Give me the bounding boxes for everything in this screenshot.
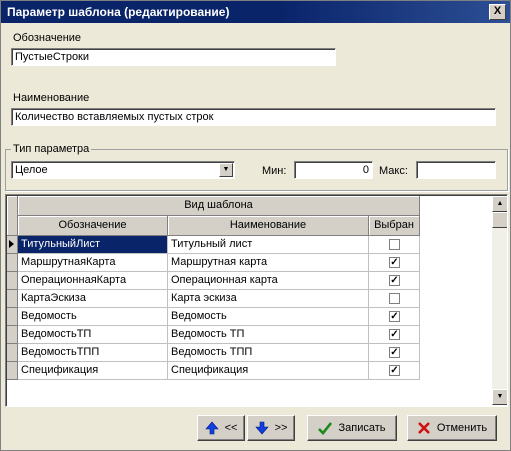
- table-cell-code[interactable]: ОперационнаяКарта: [18, 272, 168, 290]
- table-cell-selected: ✓: [369, 362, 420, 380]
- grid-group-header: Вид шаблона: [18, 196, 420, 216]
- selected-checkbox[interactable]: ✓: [389, 347, 400, 358]
- move-up-button[interactable]: <<: [197, 415, 245, 441]
- table-cell-name[interactable]: Спецификация: [168, 362, 369, 380]
- param-type-value: Целое: [15, 164, 48, 176]
- cancel-button[interactable]: Отменить: [407, 415, 497, 441]
- table-cell-code[interactable]: ТитульныйЛист: [18, 236, 168, 254]
- table-cell-code[interactable]: Спецификация: [18, 362, 168, 380]
- param-type-label: Тип параметра: [11, 143, 92, 155]
- designation-label: Обозначение: [13, 32, 82, 44]
- scroll-up-icon[interactable]: ▲: [492, 196, 507, 212]
- row-indicator[interactable]: [7, 326, 18, 344]
- table-cell-name[interactable]: Операционная карта: [168, 272, 369, 290]
- table-cell-name[interactable]: Ведомость: [168, 308, 369, 326]
- column-header-selected[interactable]: Выбран: [369, 216, 420, 236]
- dialog-window: Параметр шаблона (редактирование) X Обоз…: [0, 0, 511, 451]
- selected-checkbox[interactable]: ✓: [389, 275, 400, 286]
- table-cell-code[interactable]: ВедомостьТП: [18, 326, 168, 344]
- min-label: Мин:: [262, 165, 287, 177]
- table-cell-selected: ✓: [369, 272, 420, 290]
- table-cell-code[interactable]: Ведомость: [18, 308, 168, 326]
- selected-checkbox[interactable]: ✓: [389, 329, 400, 340]
- selected-checkbox[interactable]: [389, 239, 400, 250]
- row-indicator[interactable]: [7, 308, 18, 326]
- grid-corner: [7, 196, 18, 236]
- max-field[interactable]: [416, 161, 496, 179]
- arrow-down-icon: [254, 421, 269, 435]
- table-cell-selected: ✓: [369, 344, 420, 362]
- arrow-up-icon: [204, 421, 219, 435]
- param-type-select[interactable]: Целое ▼: [11, 161, 235, 179]
- cancel-label: Отменить: [436, 422, 488, 434]
- table-cell-name[interactable]: Титульный лист: [168, 236, 369, 254]
- table-cell-selected: [369, 236, 420, 254]
- template-grid[interactable]: Вид шаблона Обозначение Наименование Выб…: [5, 194, 508, 407]
- move-up-label: <<: [224, 422, 238, 434]
- row-indicator[interactable]: [7, 344, 18, 362]
- row-indicator[interactable]: [7, 290, 18, 308]
- table-cell-name[interactable]: Ведомость ТП: [168, 326, 369, 344]
- name-field[interactable]: Количество вставляемых пустых строк: [11, 108, 496, 126]
- cross-icon: [417, 422, 430, 434]
- max-label: Макс:: [379, 165, 408, 177]
- table-cell-code[interactable]: КартаЭскиза: [18, 290, 168, 308]
- move-down-button[interactable]: >>: [247, 415, 295, 441]
- chevron-down-icon[interactable]: ▼: [219, 163, 233, 177]
- table-cell-name[interactable]: Маршрутная карта: [168, 254, 369, 272]
- selected-checkbox[interactable]: ✓: [389, 257, 400, 268]
- table-cell-code[interactable]: ВедомостьТПП: [18, 344, 168, 362]
- scroll-down-icon[interactable]: ▼: [492, 389, 507, 405]
- row-indicator[interactable]: [7, 362, 18, 380]
- table-cell-selected: ✓: [369, 308, 420, 326]
- save-label: Записать: [338, 422, 386, 434]
- save-button[interactable]: Записать: [307, 415, 397, 441]
- column-header-code[interactable]: Обозначение: [18, 216, 168, 236]
- table-cell-selected: [369, 290, 420, 308]
- table-cell-name[interactable]: Ведомость ТПП: [168, 344, 369, 362]
- move-down-label: >>: [274, 422, 288, 434]
- selected-checkbox[interactable]: ✓: [389, 311, 400, 322]
- min-field[interactable]: 0: [294, 161, 373, 179]
- checkmark-icon: [318, 422, 333, 435]
- vertical-scrollbar[interactable]: ▲ ▼: [492, 196, 507, 405]
- window-title: Параметр шаблона (редактирование): [7, 5, 230, 19]
- table-cell-code[interactable]: МаршрутнаяКарта: [18, 254, 168, 272]
- title-bar[interactable]: Параметр шаблона (редактирование) X: [1, 1, 510, 23]
- column-header-name[interactable]: Наименование: [168, 216, 369, 236]
- table-cell-selected: ✓: [369, 326, 420, 344]
- name-label: Наименование: [13, 92, 90, 104]
- row-indicator[interactable]: [7, 272, 18, 290]
- selected-checkbox[interactable]: ✓: [389, 365, 400, 376]
- current-row-indicator-icon[interactable]: [7, 236, 18, 254]
- scroll-thumb[interactable]: [492, 212, 507, 228]
- designation-field[interactable]: ПустыеСтроки: [11, 48, 336, 66]
- table-cell-name[interactable]: Карта эскиза: [168, 290, 369, 308]
- table-cell-selected: ✓: [369, 254, 420, 272]
- close-button[interactable]: X: [489, 4, 506, 20]
- row-indicator[interactable]: [7, 254, 18, 272]
- selected-checkbox[interactable]: [389, 293, 400, 304]
